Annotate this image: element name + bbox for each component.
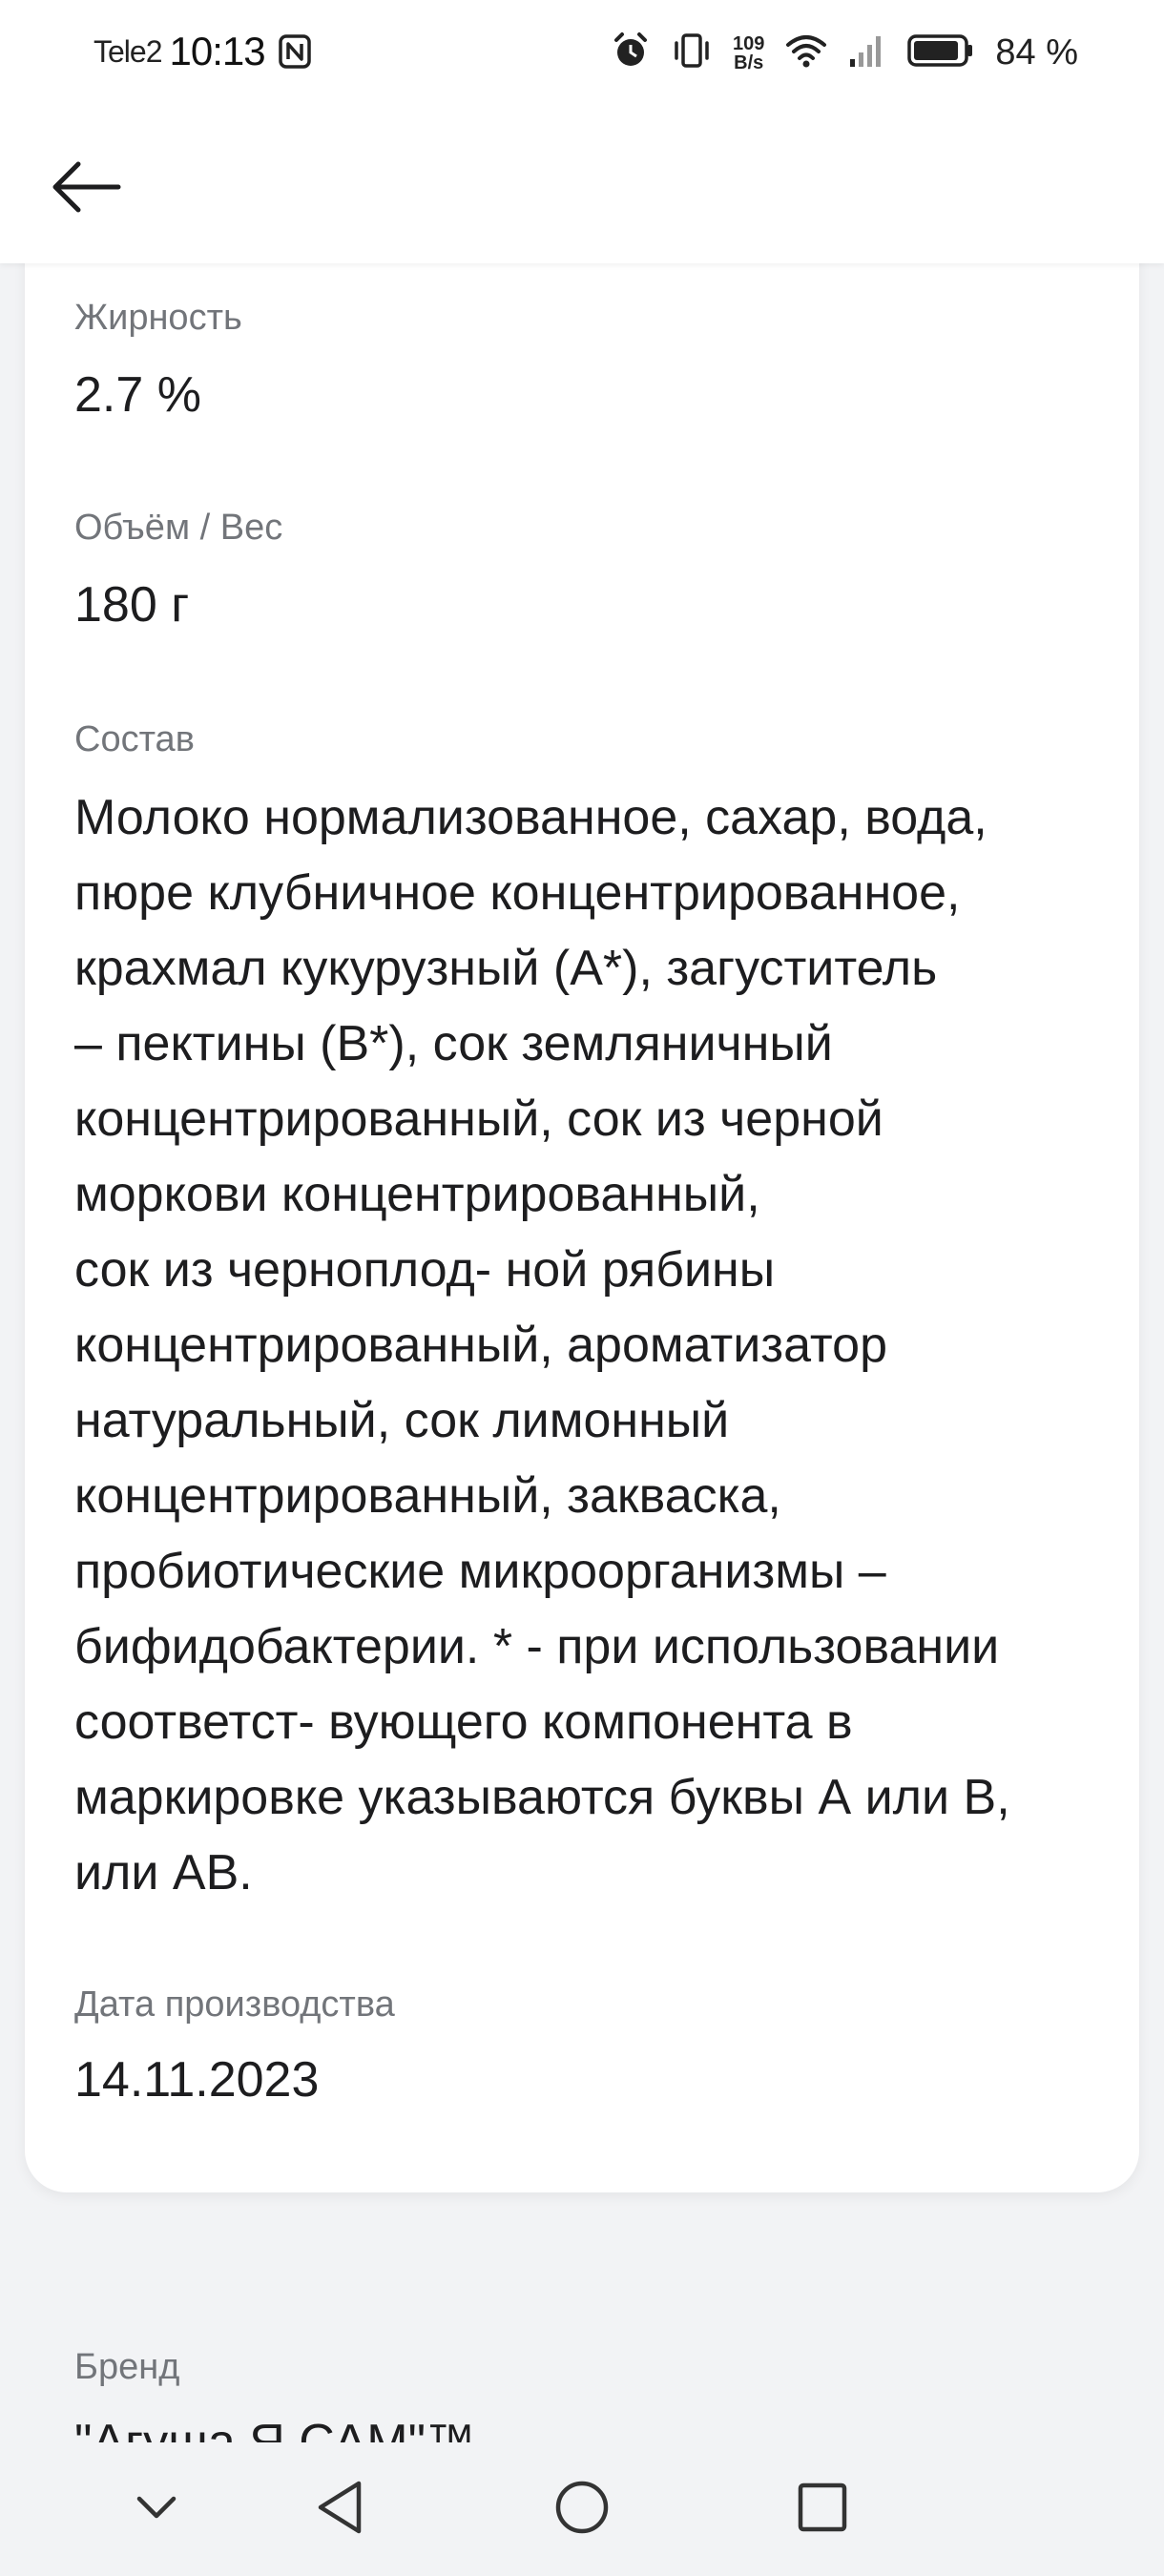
net-speed: 109 B/s	[733, 34, 764, 73]
arrow-left-icon	[50, 160, 122, 218]
composition-line: концентрированный, ароматизатор	[74, 1318, 887, 1373]
composition-line: – пектины (В*), сок земляничный	[74, 1016, 833, 1071]
composition-text: Молоко нормализованное, сахар, вода, пюр…	[74, 780, 1124, 1911]
app-header	[0, 114, 1164, 263]
brand-label: Бренд	[74, 2347, 180, 2387]
production-date-label: Дата производства	[74, 1984, 395, 2025]
battery-percent: 84 %	[995, 32, 1078, 73]
nav-back-button[interactable]	[294, 2463, 385, 2555]
clock: 10:13	[169, 29, 266, 73]
composition-label: Состав	[74, 719, 195, 759]
system-nav-bar	[0, 2442, 1164, 2576]
nfc-icon	[278, 34, 311, 69]
nav-home-button[interactable]	[536, 2463, 628, 2555]
back-button[interactable]	[42, 145, 130, 233]
vibrate-icon	[672, 31, 712, 75]
composition-line: сок из черноплод- ной рябины	[74, 1242, 776, 1298]
composition-line: концентрированный, сок из черной	[74, 1091, 883, 1147]
fat-value: 2.7 %	[74, 367, 201, 423]
hide-nav-button[interactable]	[111, 2463, 202, 2555]
composition-line: натуральный, сок лимонный	[74, 1393, 730, 1448]
recents-square-icon	[796, 2481, 849, 2539]
production-date-value: 14.11.2023	[74, 2052, 320, 2108]
composition-line: маркировке указываются буквы А или В,	[74, 1770, 1010, 1825]
net-speed-unit: B/s	[734, 52, 764, 73]
signal-icon	[848, 32, 886, 73]
composition-line: моркови концентрированный,	[74, 1167, 760, 1222]
composition-line: Молоко нормализованное, сахар, вода,	[74, 790, 987, 845]
product-details-card: Жирность 2.7 % Объём / Вес 180 г Состав …	[25, 191, 1139, 2192]
nav-recents-button[interactable]	[777, 2463, 868, 2555]
composition-line: концентрированный, закваска,	[74, 1468, 781, 1524]
net-speed-value: 109	[733, 32, 765, 54]
back-triangle-icon	[313, 2479, 366, 2541]
composition-line: крахмал кукурузный (А*), загуститель	[74, 941, 938, 996]
home-circle-icon	[553, 2479, 611, 2541]
alarm-icon	[611, 31, 651, 75]
volume-label: Объём / Вес	[74, 508, 283, 548]
status-right: 109 B/s 84 %	[611, 31, 1078, 75]
carrier-name: Tele2	[94, 33, 162, 69]
status-left: Tele2 10:13	[94, 29, 311, 74]
composition-line: пробиотические микроорганизмы –	[74, 1544, 886, 1599]
composition-line: или АВ.	[74, 1845, 253, 1901]
composition-line: пюре клубничное концентрированное,	[74, 865, 961, 921]
battery-icon	[907, 33, 974, 73]
composition-line: бифидобактерии. * - при использовании	[74, 1619, 1000, 1674]
wifi-icon	[785, 32, 827, 73]
fat-label: Жирность	[74, 298, 242, 338]
composition-line: соответст- вующего компонента в	[74, 1694, 853, 1750]
volume-value: 180 г	[74, 577, 190, 633]
chevron-down-icon	[134, 2493, 179, 2526]
status-bar: Tele2 10:13 109 B/s 84 %	[0, 0, 1164, 114]
